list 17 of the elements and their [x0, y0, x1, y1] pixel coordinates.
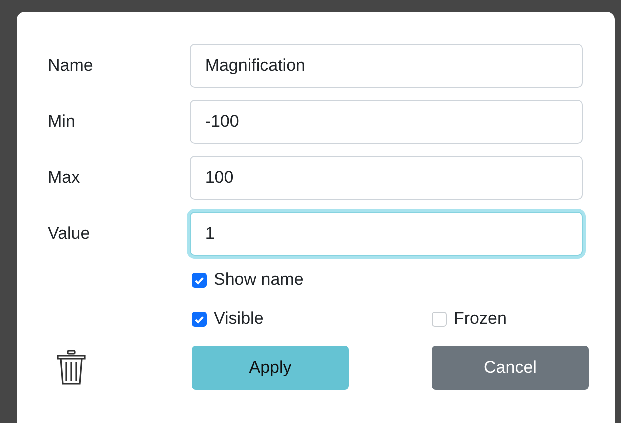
trash-icon[interactable]	[56, 350, 87, 386]
checkbox-label[interactable]: Frozen	[432, 309, 552, 329]
field-label: Value	[48, 224, 92, 244]
field-label: Max	[48, 168, 82, 188]
text-field[interactable]: 1	[190, 212, 583, 256]
checkbox[interactable]	[192, 312, 207, 326]
apply-button[interactable]: Apply	[192, 346, 349, 390]
cancel-button[interactable]: Cancel	[432, 346, 589, 390]
field-label: Name	[48, 56, 94, 76]
checkbox[interactable]	[432, 312, 447, 326]
text-field[interactable]: 100	[190, 156, 583, 200]
checkbox-label[interactable]: Show name	[192, 270, 432, 290]
text-field[interactable]: -100	[190, 100, 583, 144]
text-field[interactable]: Magnification	[190, 44, 583, 88]
checkbox-label[interactable]: Visible	[192, 309, 432, 329]
checkbox[interactable]	[192, 272, 207, 288]
field-label: Min	[48, 112, 76, 132]
